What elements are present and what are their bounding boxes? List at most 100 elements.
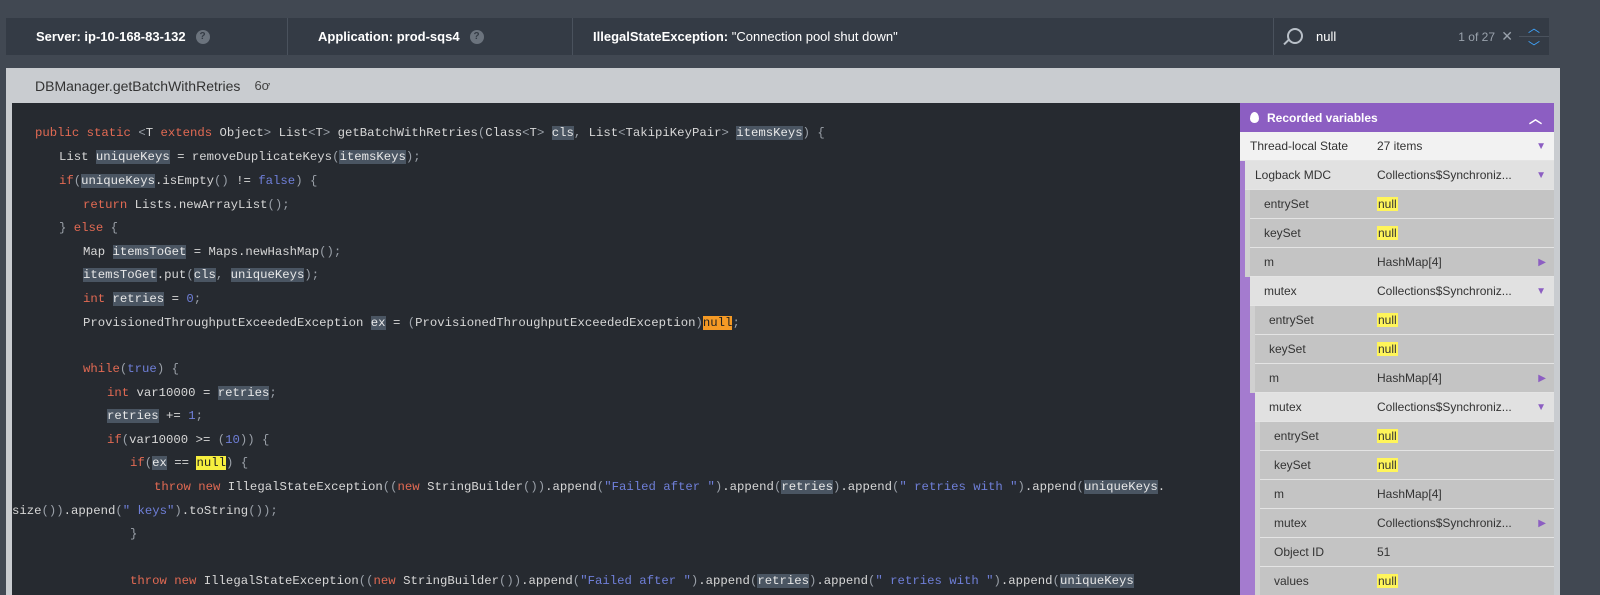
- variable-value: Collections$Synchroniz...: [1377, 284, 1512, 298]
- variable-token[interactable]: uniqueKeys: [1059, 574, 1134, 588]
- variable-row[interactable]: Thread-local State 27 items ▼: [1240, 132, 1554, 161]
- code-token: 1: [188, 409, 196, 423]
- variable-token[interactable]: retries: [781, 480, 833, 494]
- expanded-arrow-icon[interactable]: ▼: [1536, 286, 1546, 297]
- variable-row[interactable]: mutex Collections$Synchroniz... ▶: [1260, 509, 1554, 538]
- variable-row[interactable]: keySet null: [1260, 451, 1554, 480]
- code-token: = removeDuplicateKeys: [169, 150, 333, 164]
- code-token: (: [115, 504, 123, 518]
- expanded-arrow-icon[interactable]: ▼: [1536, 402, 1546, 413]
- code-line: return Lists.newArrayList();: [83, 195, 290, 215]
- code-token: ) {: [156, 362, 179, 376]
- code-token: T: [145, 126, 161, 140]
- code-token: return: [83, 198, 135, 212]
- variable-row[interactable]: m HashMap[4] ▶: [1250, 248, 1554, 277]
- search-icon: [1282, 27, 1303, 47]
- variable-row[interactable]: values null: [1260, 567, 1554, 595]
- code-view[interactable]: public static <T extends Object> List<T>…: [12, 103, 1240, 595]
- variable-token[interactable]: ex: [370, 316, 386, 330]
- variable-token[interactable]: retries: [217, 386, 270, 400]
- variable-token[interactable]: cls: [551, 126, 574, 140]
- code-token: 10: [225, 433, 240, 447]
- clear-search-icon[interactable]: ✕: [1501, 28, 1513, 45]
- drop-icon: [1250, 112, 1259, 123]
- recorded-variables-header[interactable]: Recorded variables ︿: [1240, 103, 1554, 132]
- code-token: Map: [83, 245, 113, 259]
- code-token: .append: [698, 574, 750, 588]
- code-token: " retries with ": [875, 574, 994, 588]
- code-token: .append: [722, 480, 774, 494]
- search-match[interactable]: null: [196, 456, 226, 470]
- expand-arrow-icon[interactable]: ▶: [1538, 518, 1546, 529]
- application-label: Application: prod-sqs4: [318, 29, 460, 44]
- code-token: +=: [158, 409, 189, 423]
- application-help-icon[interactable]: ?: [469, 29, 484, 44]
- code-token: if: [59, 174, 74, 188]
- code-token: .append: [816, 574, 869, 588]
- code-token: public static: [35, 126, 139, 140]
- code-token: " retries with ": [899, 480, 1018, 494]
- variable-row[interactable]: keySet null: [1250, 219, 1554, 248]
- variable-row[interactable]: Object ID 51: [1260, 538, 1554, 567]
- code-token: ): [993, 574, 1001, 588]
- expanded-arrow-icon[interactable]: ▼: [1536, 170, 1546, 181]
- variable-row[interactable]: Logback MDC Collections$Synchroniz... ▼: [1245, 161, 1554, 190]
- code-token: new: [397, 480, 428, 494]
- code-token: ,: [215, 268, 231, 282]
- code-token: while: [83, 362, 120, 376]
- variable-row[interactable]: m HashMap[4] ▶: [1255, 364, 1554, 393]
- code-token: .put: [156, 268, 187, 282]
- code-line: throw new IllegalStateException((new Str…: [154, 477, 1165, 497]
- search-input[interactable]: [1316, 29, 1466, 44]
- variable-token[interactable]: uniqueKeys: [230, 268, 305, 282]
- previous-match-icon[interactable]: ︿: [1519, 18, 1549, 37]
- variable-token[interactable]: retries: [757, 574, 809, 588]
- variable-row[interactable]: entrySet null: [1260, 422, 1554, 451]
- code-token: .append: [63, 504, 116, 518]
- expand-arrow-icon[interactable]: ▶: [1538, 257, 1546, 268]
- variable-value: null: [1377, 226, 1398, 240]
- code-token: <: [138, 126, 146, 140]
- variable-token[interactable]: cls: [193, 268, 216, 282]
- variable-row[interactable]: entrySet null: [1250, 190, 1554, 219]
- glasses-icon[interactable]: 6ơ: [254, 78, 270, 93]
- expand-arrow-icon[interactable]: ▶: [1538, 373, 1546, 384]
- variable-row[interactable]: mutex Collections$Synchroniz... ▼: [1250, 277, 1554, 306]
- search-match[interactable]: null: [702, 316, 733, 330]
- code-token: ==: [166, 456, 197, 470]
- variable-token[interactable]: uniqueKeys: [1083, 480, 1158, 494]
- code-token: TakipiKeyPair: [625, 126, 722, 140]
- variable-name: keySet: [1269, 342, 1306, 356]
- code-token: )) {: [239, 433, 270, 447]
- code-line: itemsToGet.put(cls, uniqueKeys);: [83, 265, 319, 285]
- code-token: (: [407, 316, 416, 330]
- code-token: <: [618, 126, 626, 140]
- code-token: ((: [382, 480, 398, 494]
- code-token: int: [107, 386, 137, 400]
- code-token: ) {: [295, 174, 318, 188]
- code-token: "Failed after ": [604, 480, 715, 494]
- code-token: }: [59, 221, 74, 235]
- code-token: T: [529, 126, 537, 140]
- variable-token[interactable]: itemsKeys: [339, 150, 406, 164]
- code-token: var10000 >=: [129, 433, 218, 447]
- variable-token[interactable]: retries: [112, 292, 165, 306]
- next-match-icon[interactable]: ﹀: [1519, 37, 1549, 55]
- collapse-icon[interactable]: ︿: [1529, 108, 1542, 127]
- variable-row[interactable]: mutex Collections$Synchroniz... ▼: [1255, 393, 1554, 422]
- code-token: ((: [358, 574, 374, 588]
- variable-token[interactable]: uniqueKeys: [81, 174, 155, 188]
- variable-token[interactable]: itemsToGet: [112, 245, 187, 259]
- variable-row[interactable]: entrySet null: [1255, 306, 1554, 335]
- variable-row[interactable]: m HashMap[4]: [1260, 480, 1554, 509]
- expanded-arrow-icon[interactable]: ▼: [1536, 141, 1546, 152]
- code-token: ProvisionedThroughputExceededException: [83, 316, 371, 330]
- code-token: else: [73, 221, 111, 235]
- variable-token[interactable]: ex: [152, 456, 167, 470]
- server-help-icon[interactable]: ?: [195, 29, 210, 44]
- variable-token[interactable]: uniqueKeys: [95, 150, 170, 164]
- variable-row[interactable]: keySet null: [1255, 335, 1554, 364]
- variable-token[interactable]: itemsToGet: [83, 268, 157, 282]
- variable-token[interactable]: itemsKeys: [736, 126, 803, 140]
- variable-token[interactable]: retries: [107, 409, 159, 423]
